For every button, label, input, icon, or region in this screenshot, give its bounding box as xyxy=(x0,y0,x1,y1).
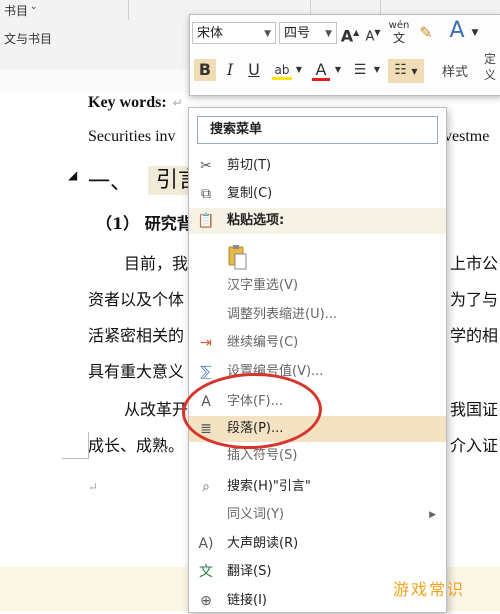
paragraph-1-line-4: 具有重大意义 xyxy=(88,362,185,381)
menu-item-reconvert[interactable]: 汉字重选(V) xyxy=(189,273,446,299)
context-menu: 搜索菜单 ✂ 剪切(T) ⧉ 复制(C) 📋 粘贴选项: 汉字重选(V) 调整列… xyxy=(188,107,447,613)
font-color-icon: A xyxy=(315,60,327,79)
menu-item-label: 粘贴选项: xyxy=(227,213,285,228)
menu-item-paste-options: 📋 粘贴选项: xyxy=(189,208,446,234)
paragraph-1-line-2: 资者以及个体 xyxy=(88,290,185,309)
watermark: 游戏常识 xyxy=(393,580,466,599)
read-aloud-icon: A) xyxy=(198,536,214,552)
menu-item-label: 继续编号(C) xyxy=(227,335,299,350)
styles-gallery-icon[interactable]: A xyxy=(446,20,468,42)
bold-button[interactable]: B xyxy=(194,59,216,81)
highlight-color-swatch xyxy=(272,77,292,80)
menu-item-label: 翻译(S) xyxy=(227,564,272,579)
continue-numbering-icon: ⇥ xyxy=(200,335,212,351)
mini-toolbar: 宋体 ▼ 四号 ▼ A▲ A▼ wén 文 ✎ A ▼ B I U ab ▼ A… xyxy=(189,14,500,96)
paragraph-mark: ↵ xyxy=(88,480,99,494)
menu-item-label: 大声朗读(R) xyxy=(227,536,299,551)
scissors-icon: ✂ xyxy=(200,158,212,174)
paste-icon: 📋 xyxy=(197,213,215,229)
menu-item-search[interactable]: ⌕ 搜索(H)"引言" xyxy=(189,474,446,500)
menu-item-label: 剪切(T) xyxy=(227,158,272,173)
menu-item-label: 复制(C) xyxy=(227,186,273,201)
link-icon: ⊕ xyxy=(200,593,212,609)
securities-line-tail: vestme xyxy=(444,128,490,145)
keywords-line: Key words: ↵ xyxy=(88,92,183,112)
chevron-down-icon: ▼ xyxy=(264,29,271,39)
chevron-down-icon[interactable]: ⌄ xyxy=(30,2,38,12)
heading-number: 一、 xyxy=(88,170,133,195)
menu-item-label: 调整列表缩进(U)... xyxy=(227,307,338,322)
paragraph-mark: ↵ xyxy=(172,96,183,110)
styles-label[interactable]: 样式 xyxy=(442,61,468,80)
ribbon-citations[interactable]: 文与书目 xyxy=(4,30,52,47)
menu-item-adjust-list-indent[interactable]: 调整列表缩进(U)... xyxy=(189,302,446,328)
ribbon-bibliography[interactable]: 书目 xyxy=(4,2,28,19)
shrink-font-button[interactable]: A▼ xyxy=(363,22,383,48)
format-painter-icon[interactable]: ✎ xyxy=(416,22,436,44)
menu-item-read-aloud[interactable]: A) 大声朗读(R) xyxy=(189,531,446,557)
collapse-triangle-icon[interactable]: ◢ xyxy=(68,168,77,182)
paragraph-1-line-2-tail: 为了与 xyxy=(450,290,499,309)
font-name-select[interactable]: 宋体 ▼ xyxy=(192,22,276,44)
paragraph-2-line-1-tail: 我国证 xyxy=(450,400,499,419)
menu-item-label: 汉字重选(V) xyxy=(227,278,299,293)
chevron-down-icon[interactable]: ▼ xyxy=(372,59,382,81)
bullets-icon[interactable]: ☰ xyxy=(348,59,372,81)
menu-item-cut[interactable]: ✂ 剪切(T) xyxy=(189,153,446,179)
font-size-select[interactable]: 四号 ▼ xyxy=(279,22,337,44)
sub-heading: （1） 研究背 xyxy=(96,214,193,233)
chevron-down-icon[interactable]: ▼ xyxy=(469,22,481,44)
set-numbering-icon: ⅀ xyxy=(200,364,212,380)
grow-font-icon: A xyxy=(340,26,354,46)
copy-icon: ⧉ xyxy=(201,186,211,202)
font-color-button[interactable]: A xyxy=(310,59,332,81)
phonetic-char: 文 xyxy=(392,31,405,45)
paragraph-1-line-1: 目前，我 xyxy=(124,254,189,273)
menu-item-label: 搜索(H)"引言" xyxy=(227,479,311,494)
paragraph-1-line-3-tail: 学的相 xyxy=(450,326,499,345)
numbering-icon[interactable]: ☷ ▼ xyxy=(388,59,424,83)
grow-font-button[interactable]: A▲ xyxy=(340,22,360,47)
underline-button[interactable]: U xyxy=(244,59,264,81)
paragraph-1-line-3: 活紧密相关的 xyxy=(88,326,185,345)
margin-corner-mark xyxy=(62,432,89,459)
font-size-value: 四号 xyxy=(284,26,311,41)
menu-item-copy[interactable]: ⧉ 复制(C) xyxy=(189,181,446,207)
font-color-swatch xyxy=(312,78,330,81)
highlight-icon: ab xyxy=(274,63,290,77)
ribbon-divider xyxy=(128,0,129,20)
keywords-label: Key words: xyxy=(88,94,167,111)
submenu-arrow-icon: ▶ xyxy=(429,510,436,520)
menu-item-synonyms[interactable]: 同义词(Y) ▶ xyxy=(189,502,446,528)
translate-icon: 文 xyxy=(199,564,213,580)
chevron-down-icon[interactable]: ▼ xyxy=(333,59,343,81)
menu-item-label: 链接(I) xyxy=(227,593,267,608)
menu-item-continue-numbering[interactable]: ⇥ 继续编号(C) xyxy=(189,330,446,356)
paragraph-2-line-2-tail: 介入证 xyxy=(450,436,499,455)
chevron-down-icon: ▼ xyxy=(325,29,332,39)
securities-line: Securities inv xyxy=(88,128,176,145)
keep-text-only-paste-icon[interactable] xyxy=(227,244,247,270)
phonetic-guide-button[interactable]: wén 文 xyxy=(386,20,412,44)
menu-item-label: 同义词(Y) xyxy=(227,507,285,522)
paragraph-1-line-1-tail: 上市公 xyxy=(450,254,499,273)
search-icon: ⌕ xyxy=(202,479,210,495)
chevron-down-icon[interactable]: ▼ xyxy=(294,59,304,81)
font-name-value: 宋体 xyxy=(197,26,224,41)
define-label[interactable]: 定义 xyxy=(484,51,498,83)
italic-button[interactable]: I xyxy=(220,59,240,81)
menu-search-input[interactable]: 搜索菜单 xyxy=(197,116,438,144)
paragraph-2-line-1: 从改革开 xyxy=(124,400,189,419)
highlight-button[interactable]: ab xyxy=(270,59,294,81)
paragraph-2-line-2: 成长、成熟。 xyxy=(88,436,185,455)
